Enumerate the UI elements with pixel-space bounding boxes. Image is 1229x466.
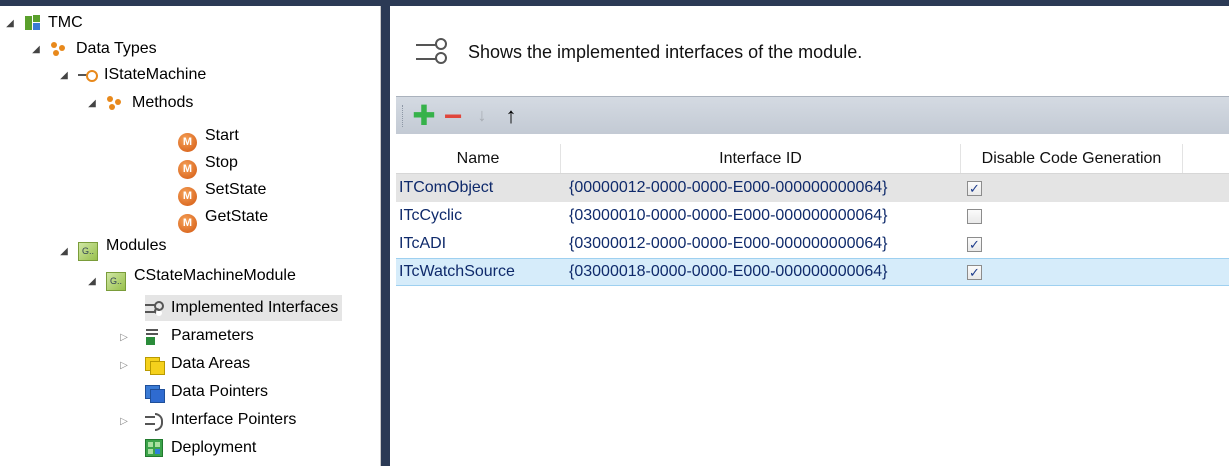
column-header-interface-id[interactable]: Interface ID: [561, 144, 961, 173]
modules-icon: G..: [78, 241, 98, 261]
column-header-disable-code-generation[interactable]: Disable Code Generation: [961, 144, 1183, 173]
data-areas-icon: [145, 355, 165, 375]
tree-item-parameters[interactable]: ▷ Parameters: [118, 323, 254, 349]
tree-item-istatemachine[interactable]: ◢ IStateMachine: [58, 62, 206, 88]
move-down-icon[interactable]: ↓: [469, 103, 495, 129]
collapsed-toggle-icon[interactable]: ▷: [118, 331, 130, 343]
expand-toggle-icon[interactable]: ◢: [4, 17, 16, 29]
tree-item-method-stop[interactable]: M Stop: [178, 154, 238, 180]
tree-item-deployment[interactable]: Deployment: [145, 435, 256, 461]
method-icon: M: [178, 213, 197, 233]
disable-code-generation-cell: ✓: [961, 230, 1183, 258]
tree-item-label: Implemented Interfaces: [171, 299, 339, 316]
interface-id-cell[interactable]: {03000010-0000-0000-E000-000000000064}: [561, 202, 961, 230]
tree-item-label: Stop: [205, 154, 238, 171]
tree-item-label: GetState: [205, 208, 269, 225]
interface-pointers-icon: [145, 411, 163, 431]
tree-item-label: TMC: [48, 14, 83, 31]
tree-item-label: Modules: [106, 237, 167, 254]
tree-item-label: Deployment: [171, 439, 257, 456]
tree-item-cstatemachinemodule[interactable]: ◢ G.. CStateMachineModule: [86, 267, 296, 294]
tree-item-label: SetState: [205, 181, 267, 198]
pane-splitter[interactable]: [381, 6, 390, 466]
grid-header: Name Interface ID Disable Code Generatio…: [396, 144, 1229, 174]
tree-item-data-areas[interactable]: ▷ Data Areas: [118, 351, 250, 377]
disable-code-generation-checkbox[interactable]: [967, 208, 982, 224]
tree-item-tmc[interactable]: ◢ TMC: [4, 10, 83, 36]
tree-item-implemented-interfaces[interactable]: Implemented Interfaces: [145, 295, 343, 321]
implemented-interfaces-icon: [145, 299, 164, 317]
expand-toggle-icon[interactable]: ◢: [86, 275, 98, 287]
tree-item-methods[interactable]: ◢ Methods: [86, 90, 193, 116]
interface-name-cell[interactable]: ITComObject: [396, 174, 561, 202]
implemented-interfaces-icon: [416, 36, 452, 68]
table-row[interactable]: ITcCyclic {03000010-0000-0000-E000-00000…: [396, 202, 1229, 230]
add-icon[interactable]: ✚: [411, 100, 437, 131]
interfaces-grid: Name Interface ID Disable Code Generatio…: [396, 144, 1229, 286]
page-description: Shows the implemented interfaces of the …: [468, 41, 863, 62]
move-up-icon[interactable]: ↑: [498, 103, 524, 129]
expand-toggle-icon[interactable]: ◢: [30, 43, 42, 55]
tree-item-label: Data Areas: [171, 355, 251, 372]
tree-item-label: Data Types: [76, 40, 157, 57]
toolbar: ✚ − ↓ ↑: [396, 96, 1229, 134]
editor-pane: Shows the implemented interfaces of the …: [390, 6, 1229, 466]
table-row[interactable]: ITComObject {00000012-0000-0000-E000-000…: [396, 174, 1229, 202]
interface-name-cell[interactable]: ITcADI: [396, 230, 561, 258]
deployment-icon: [145, 439, 163, 457]
tree-item-modules[interactable]: ◢ G.. Modules: [58, 237, 167, 264]
expand-toggle-icon[interactable]: ◢: [58, 245, 70, 257]
method-icon: M: [178, 159, 197, 179]
interface-name-cell[interactable]: ITcCyclic: [396, 202, 561, 230]
disable-code-generation-checkbox[interactable]: ✓: [967, 236, 982, 252]
tree-item-label: Data Pointers: [171, 383, 268, 400]
toolbar-grip[interactable]: [402, 104, 405, 127]
page-header: Shows the implemented interfaces of the …: [416, 36, 862, 68]
tree-item-label: Interface Pointers: [171, 411, 297, 428]
interface-icon: [78, 66, 98, 84]
method-icon: M: [178, 186, 197, 206]
disable-code-generation-cell: [961, 202, 1183, 230]
disable-code-generation-checkbox[interactable]: ✓: [967, 180, 982, 196]
tree-item-method-start[interactable]: M Start: [178, 127, 239, 153]
expand-toggle-icon[interactable]: ◢: [86, 97, 98, 109]
methods-icon: [106, 94, 124, 112]
tree-view[interactable]: ◢ TMC ◢ Data Types ◢ IStateMachine ◢ Met…: [0, 6, 381, 466]
remove-icon[interactable]: −: [440, 100, 466, 132]
disable-code-generation-checkbox[interactable]: ✓: [967, 264, 982, 280]
tree-item-label: Methods: [132, 94, 194, 111]
collapsed-toggle-icon[interactable]: ▷: [118, 359, 130, 371]
method-icon: M: [178, 132, 197, 152]
interface-id-cell[interactable]: {03000018-0000-0000-E000-000000000064}: [561, 259, 961, 285]
tree-item-method-setstate[interactable]: M SetState: [178, 181, 266, 207]
tree-item-label: IStateMachine: [104, 66, 207, 83]
module-icon: G..: [106, 271, 126, 291]
disable-code-generation-cell: ✓: [961, 259, 1183, 285]
interface-id-cell[interactable]: {00000012-0000-0000-E000-000000000064}: [561, 174, 961, 202]
tree-item-data-pointers[interactable]: Data Pointers: [145, 379, 268, 405]
tree-item-label: Start: [205, 127, 239, 144]
tree-item-interface-pointers[interactable]: ▷ Interface Pointers: [118, 407, 296, 433]
data-pointers-icon: [145, 383, 165, 403]
tree-item-label: CStateMachineModule: [134, 267, 296, 284]
expand-toggle-icon[interactable]: ◢: [58, 69, 70, 81]
tmc-icon: [24, 14, 42, 32]
interface-name-cell[interactable]: ITcWatchSource: [396, 259, 561, 285]
tree-item-label: Parameters: [171, 327, 254, 344]
tree-item-method-getstate[interactable]: M GetState: [178, 208, 268, 234]
disable-code-generation-cell: ✓: [961, 174, 1183, 202]
collapsed-toggle-icon[interactable]: ▷: [118, 415, 130, 427]
table-row[interactable]: ITcWatchSource {03000018-0000-0000-E000-…: [396, 258, 1229, 286]
data-types-icon: [50, 40, 68, 58]
interface-id-cell[interactable]: {03000012-0000-0000-E000-000000000064}: [561, 230, 961, 258]
column-header-name[interactable]: Name: [396, 144, 561, 173]
table-row[interactable]: ITcADI {03000012-0000-0000-E000-00000000…: [396, 230, 1229, 258]
tree-item-data-types[interactable]: ◢ Data Types: [30, 36, 157, 62]
parameters-icon: [145, 327, 163, 345]
